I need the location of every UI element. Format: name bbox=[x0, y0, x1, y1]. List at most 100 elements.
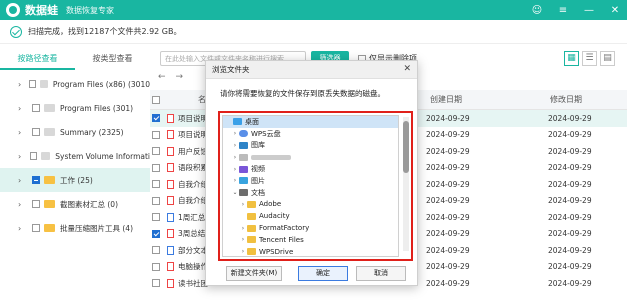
tree-item-selected[interactable]: › 工作 (25) bbox=[0, 168, 150, 192]
tree-checkbox[interactable] bbox=[32, 176, 40, 184]
tree-checkbox[interactable] bbox=[32, 224, 40, 232]
chevron-right-icon[interactable]: › bbox=[239, 201, 247, 208]
app-subtitle: 数据恢复专家 bbox=[66, 5, 114, 15]
document-icon bbox=[167, 113, 174, 123]
tree-item[interactable]: › System Volume Informati bbox=[0, 144, 150, 168]
tree-item-label: Summary (2325) bbox=[60, 127, 124, 137]
dialog-close-icon[interactable]: ✕ bbox=[403, 64, 411, 74]
chevron-right-icon[interactable]: › bbox=[239, 248, 247, 255]
folder-picker-item[interactable]: › 视频 bbox=[223, 163, 398, 175]
created-date: 2024-09-29 bbox=[426, 196, 470, 206]
tree-checkbox[interactable] bbox=[30, 152, 38, 160]
tree-checkbox[interactable] bbox=[29, 80, 36, 88]
folder-picker-label: Tencent Files bbox=[259, 235, 304, 244]
folder-picker-label: 图片 bbox=[251, 176, 265, 185]
chevron-right-icon[interactable]: › bbox=[231, 166, 239, 173]
folder-picker-item[interactable]: › WPSDrive bbox=[223, 246, 398, 256]
chevron-down-icon[interactable]: › bbox=[18, 176, 28, 185]
modified-date: 2024-09-29 bbox=[548, 113, 592, 123]
created-date: 2024-09-29 bbox=[426, 130, 470, 140]
row-checkbox[interactable] bbox=[152, 246, 160, 255]
row-checkbox[interactable] bbox=[152, 279, 160, 288]
row-checkbox[interactable] bbox=[152, 180, 160, 189]
nav-arrows: ←→ bbox=[158, 72, 193, 82]
folder-icon bbox=[39, 80, 48, 88]
chevron-right-icon[interactable]: › bbox=[18, 104, 28, 113]
folder-picker-item[interactable]: ⌄ 文档 bbox=[223, 187, 398, 199]
tab-by-path[interactable]: 按路径查看 bbox=[0, 50, 75, 70]
created-date: 2024-09-29 bbox=[426, 245, 470, 255]
grid-view-icon[interactable]: ▦ bbox=[564, 51, 579, 66]
chevron-down-icon[interactable]: ⌄ bbox=[231, 189, 239, 196]
row-checkbox[interactable] bbox=[152, 114, 160, 123]
tree-item[interactable]: › 截图素材汇总 (0) bbox=[0, 192, 150, 216]
ok-button[interactable]: 确定 bbox=[298, 266, 348, 281]
folder-picker-item[interactable]: › WPS云盘 bbox=[223, 128, 398, 140]
tree-checkbox[interactable] bbox=[32, 200, 40, 208]
folder-tree-scrollbar[interactable] bbox=[403, 117, 409, 251]
row-checkbox[interactable] bbox=[152, 213, 160, 222]
document-icon bbox=[167, 229, 174, 239]
chevron-right-icon[interactable]: › bbox=[18, 128, 28, 137]
row-checkbox[interactable] bbox=[152, 229, 160, 238]
tree-checkbox[interactable] bbox=[32, 104, 40, 112]
view-tabs: 按路径查看 按类型查看 bbox=[0, 50, 150, 70]
chevron-right-icon[interactable]: › bbox=[18, 200, 28, 209]
chevron-right-icon[interactable]: › bbox=[231, 130, 239, 137]
row-checkbox[interactable] bbox=[152, 163, 160, 172]
detail-view-icon[interactable]: ▤ bbox=[600, 51, 615, 66]
row-checkbox[interactable] bbox=[152, 196, 160, 205]
modified-date: 2024-09-29 bbox=[548, 229, 592, 239]
tree-checkbox[interactable] bbox=[32, 128, 40, 136]
folder-picker-item[interactable]: Audacity bbox=[223, 210, 398, 222]
chevron-right-icon[interactable]: › bbox=[18, 80, 25, 89]
folder-picker-item[interactable]: › 图片 bbox=[223, 175, 398, 187]
chevron-right-icon[interactable]: › bbox=[231, 154, 239, 161]
chevron-right-icon[interactable]: › bbox=[239, 236, 247, 243]
tab-by-type[interactable]: 按类型查看 bbox=[75, 50, 150, 70]
folder-picker-label: WPS云盘 bbox=[251, 129, 281, 138]
row-checkbox[interactable] bbox=[152, 262, 160, 271]
tree-item[interactable]: › 批量压缩图片工具 (4) bbox=[0, 216, 150, 240]
close-icon[interactable]: ✕ bbox=[609, 5, 621, 16]
list-view-icon[interactable]: ☰ bbox=[582, 51, 597, 66]
folder-picker-item[interactable]: › Tencent Files bbox=[223, 234, 398, 246]
forward-arrow-icon[interactable]: → bbox=[176, 72, 194, 82]
document-icon bbox=[167, 262, 174, 272]
row-checkbox[interactable] bbox=[152, 147, 160, 156]
chevron-right-icon[interactable]: › bbox=[239, 225, 247, 232]
folder-tree: › Program Files (x86) (3010 › Program Fi… bbox=[0, 72, 150, 304]
chevron-right-icon[interactable]: › bbox=[231, 142, 239, 149]
document-icon bbox=[167, 212, 174, 222]
cancel-button[interactable]: 取消 bbox=[356, 266, 406, 281]
menu-icon[interactable]: ≡ bbox=[557, 5, 569, 16]
folder-picker-item[interactable]: › 图库 bbox=[223, 140, 398, 152]
tree-item-label: 批量压缩图片工具 (4) bbox=[60, 223, 134, 233]
status-bar: 扫描完成，找到12187个文件共2.92 GB。 bbox=[0, 20, 627, 44]
folder-picker-item[interactable]: › bbox=[223, 151, 398, 163]
select-all-checkbox[interactable] bbox=[152, 95, 160, 104]
new-folder-button[interactable]: 新建文件夹(M) bbox=[226, 266, 282, 281]
folder-picker-item[interactable]: › FormatFactory bbox=[223, 222, 398, 234]
folder-icon bbox=[44, 224, 55, 232]
folder-picker-item[interactable]: 桌面 bbox=[223, 116, 398, 128]
chevron-right-icon[interactable]: › bbox=[18, 152, 26, 161]
tree-item[interactable]: › Summary (2325) bbox=[0, 120, 150, 144]
tree-item[interactable]: › Program Files (301) bbox=[0, 96, 150, 120]
created-date: 2024-09-29 bbox=[426, 179, 470, 189]
chevron-right-icon[interactable]: › bbox=[231, 177, 239, 184]
minimize-icon[interactable]: — bbox=[583, 5, 595, 16]
column-created-date[interactable]: 创建日期 bbox=[430, 94, 462, 105]
folder-picker-label: Audacity bbox=[259, 212, 290, 221]
document-icon bbox=[167, 163, 174, 173]
modified-date: 2024-09-29 bbox=[548, 179, 592, 189]
feedback-icon[interactable]: ☺ bbox=[531, 5, 543, 16]
scrollbar-thumb[interactable] bbox=[403, 121, 409, 173]
back-arrow-icon[interactable]: ← bbox=[158, 72, 176, 82]
column-modified-date[interactable]: 修改日期 bbox=[550, 94, 582, 105]
tree-item[interactable]: › Program Files (x86) (3010 bbox=[0, 72, 150, 96]
folder-icon bbox=[247, 200, 256, 208]
chevron-right-icon[interactable]: › bbox=[18, 224, 28, 233]
row-checkbox[interactable] bbox=[152, 130, 160, 139]
folder-picker-item[interactable]: › Adobe bbox=[223, 199, 398, 211]
